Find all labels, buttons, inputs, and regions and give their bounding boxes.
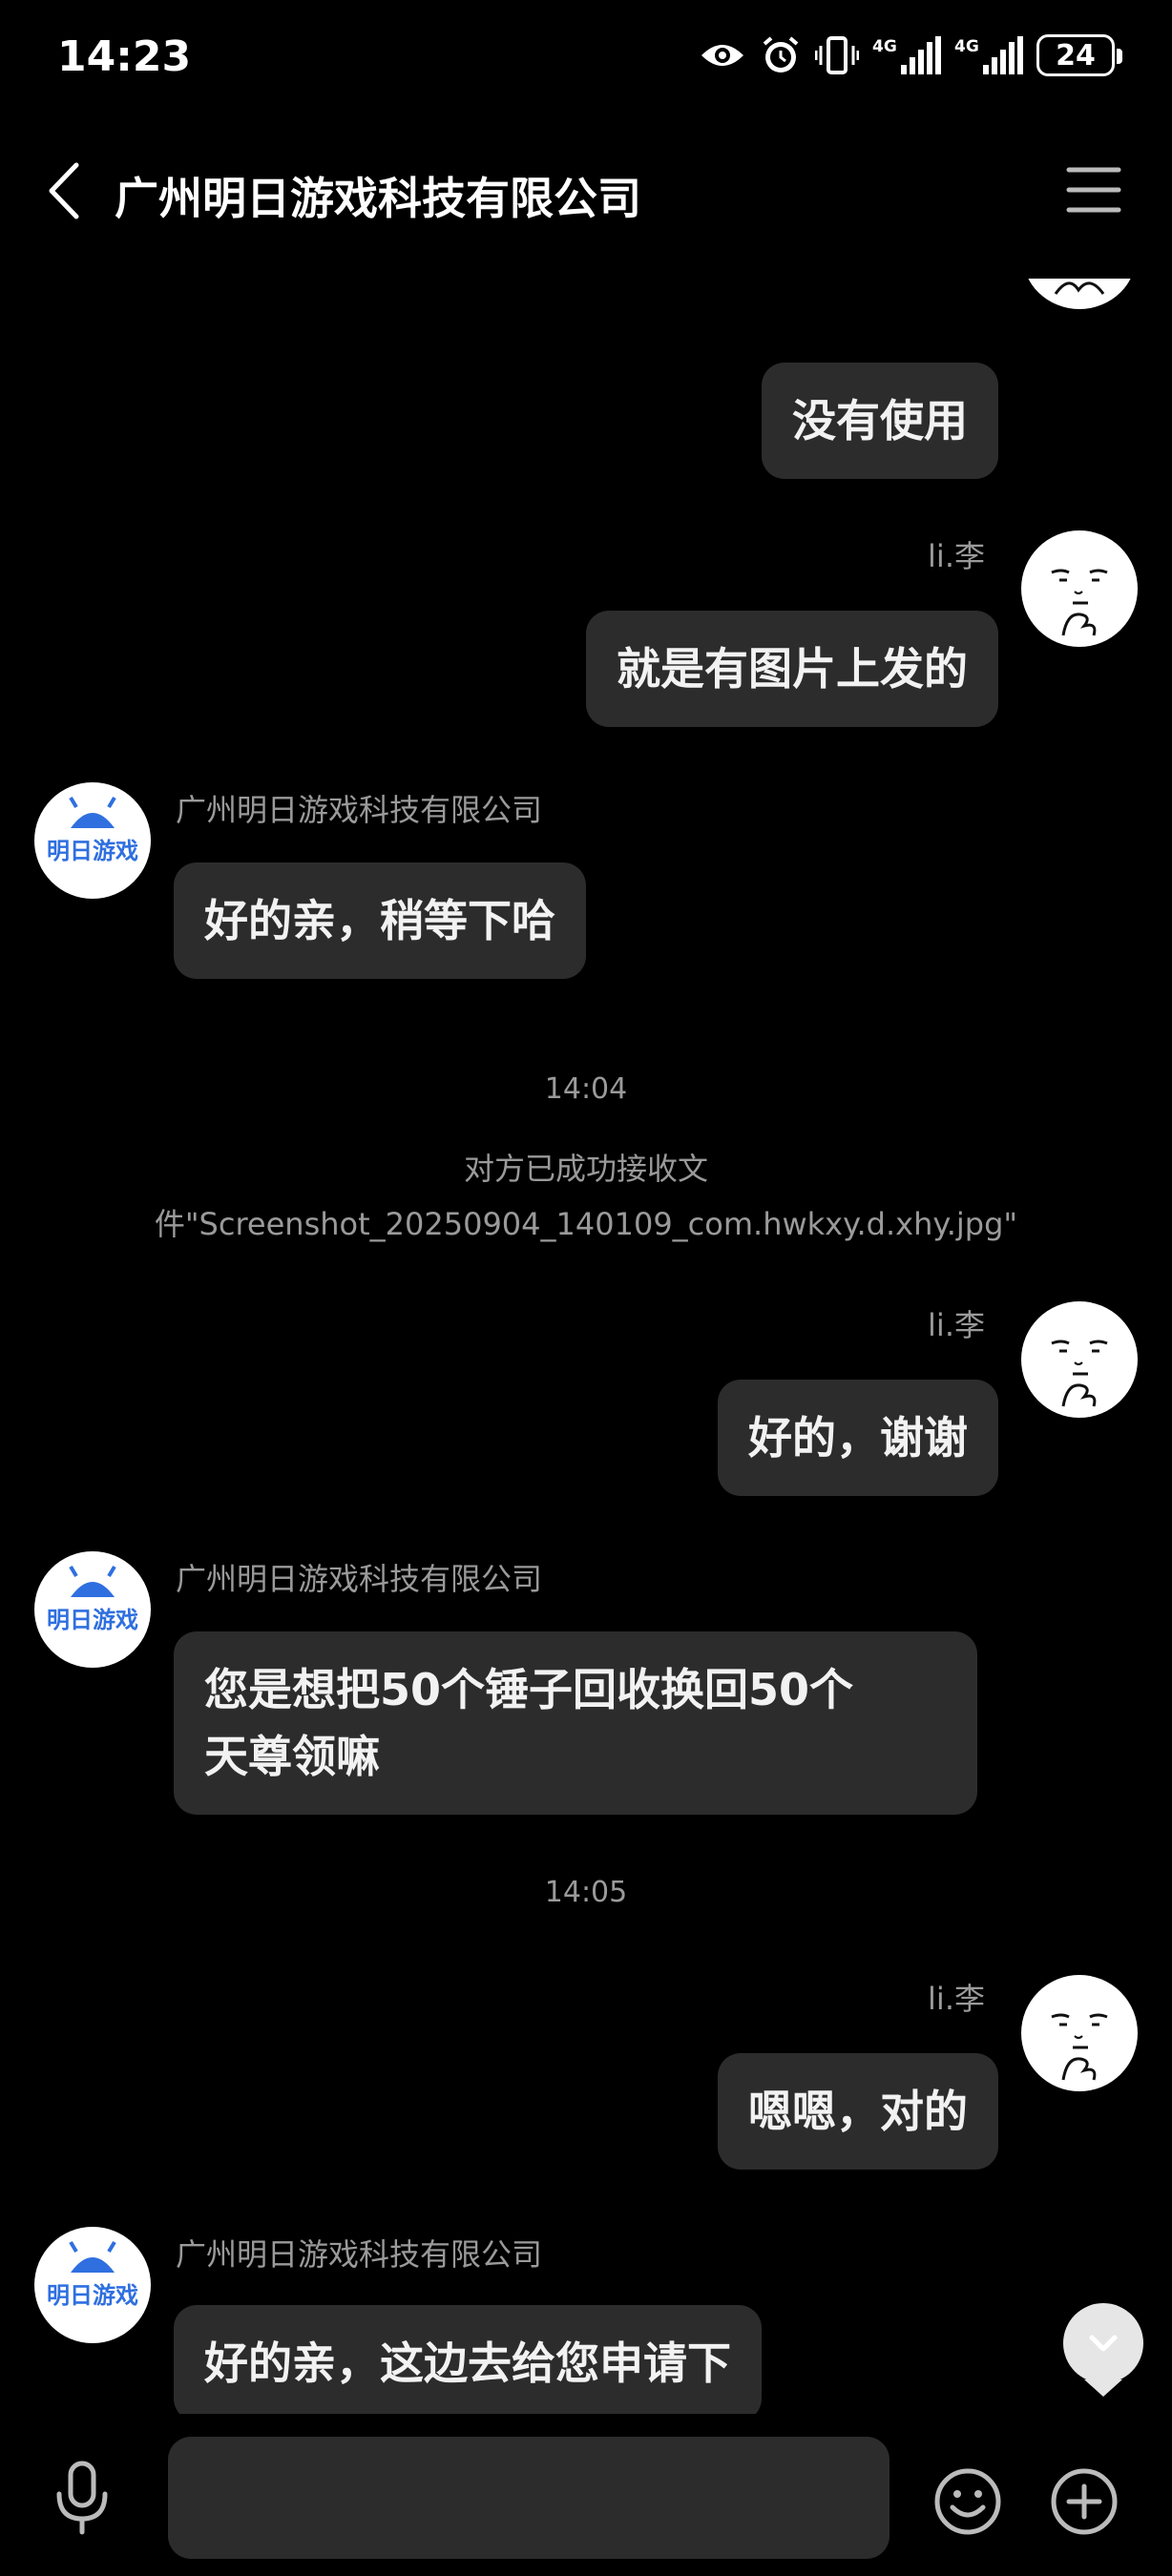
- svg-text:明日游戏: 明日游戏: [47, 838, 138, 864]
- sender-name: 广州明日游戏科技有限公司: [176, 1561, 543, 1597]
- company-avatar[interactable]: 明日游戏: [34, 1551, 151, 1668]
- message-input[interactable]: [168, 2437, 889, 2559]
- system-message-line: 件"Screenshot_20250904_140109_com.hwkxy.d…: [154, 1206, 1018, 1242]
- system-message: 对方已成功接收文 件"Screenshot_20250904_140109_co…: [0, 1141, 1172, 1252]
- sender-name: 广州明日游戏科技有限公司: [176, 2236, 543, 2273]
- message-list[interactable]: 没有使用 li.李 就是有图片上发的 明日游戏 广州明日游戏科技有限公司 好的亲…: [0, 0, 1172, 2576]
- timestamp: 14:04: [544, 1072, 628, 1106]
- system-message-line: 对方已成功接收文: [463, 1151, 708, 1187]
- message-bubble[interactable]: 好的亲，稍等下哈: [174, 862, 586, 979]
- svg-text:明日游戏: 明日游戏: [47, 2282, 138, 2309]
- company-avatar[interactable]: 明日游戏: [34, 782, 151, 899]
- mic-icon[interactable]: [52, 2460, 113, 2536]
- sender-name: 广州明日游戏科技有限公司: [176, 792, 543, 828]
- message-bubble[interactable]: 嗯嗯，对的: [718, 2053, 998, 2170]
- company-avatar[interactable]: 明日游戏: [34, 2227, 151, 2343]
- user-avatar[interactable]: [1021, 279, 1138, 309]
- message-bubble[interactable]: 好的亲，这边去给您申请下: [174, 2305, 762, 2421]
- timestamp: 14:05: [544, 1876, 628, 1909]
- plus-icon[interactable]: [1050, 2467, 1119, 2536]
- svg-text:明日游戏: 明日游戏: [47, 1607, 138, 1633]
- sender-name: li.李: [928, 538, 985, 574]
- emoji-icon[interactable]: [933, 2467, 1002, 2536]
- input-bar: [0, 2414, 1172, 2576]
- message-line: 天尊领嘛: [204, 1731, 380, 1782]
- user-avatar[interactable]: [1021, 530, 1138, 647]
- message-bubble[interactable]: 就是有图片上发的: [586, 611, 998, 727]
- scroll-down-button[interactable]: [1063, 2303, 1143, 2397]
- user-avatar[interactable]: [1021, 1975, 1138, 2091]
- chevron-down-icon: [1089, 2335, 1118, 2352]
- message-bubble[interactable]: 您是想把50个锤子回收换回50个 天尊领嘛: [174, 1631, 977, 1815]
- user-avatar[interactable]: [1021, 1301, 1138, 1418]
- sender-name: li.李: [928, 1981, 985, 2017]
- message-bubble[interactable]: 好的，谢谢: [718, 1380, 998, 1496]
- message-line: 您是想把50个锤子回收换回50个: [204, 1664, 854, 1715]
- sender-name: li.李: [928, 1307, 985, 1343]
- message-bubble[interactable]: 没有使用: [762, 363, 998, 479]
